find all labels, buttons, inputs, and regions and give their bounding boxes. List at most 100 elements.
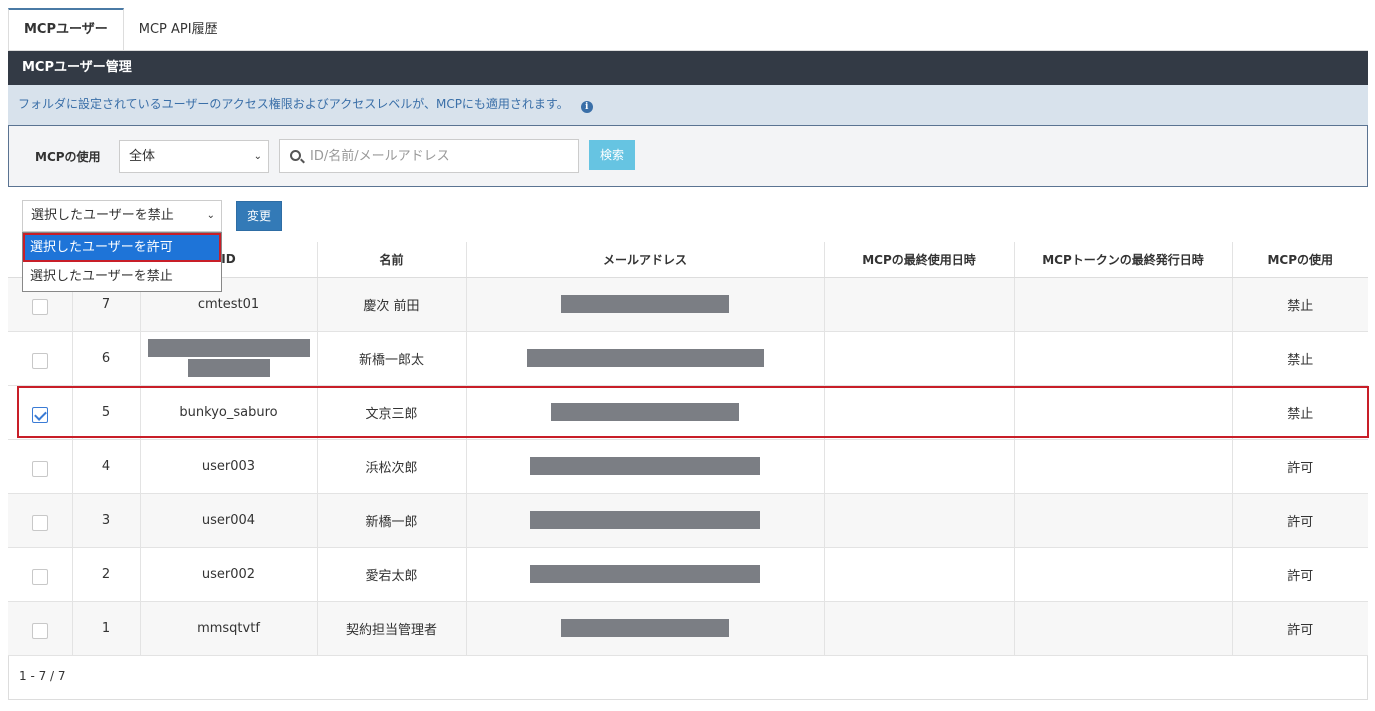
info-icon[interactable]: i (580, 101, 593, 113)
search-icon (290, 150, 301, 161)
redacted-email (561, 295, 729, 313)
tab-bar: MCPユーザー MCP API履歴 (8, 8, 233, 51)
row-no: 2 (71, 547, 140, 602)
row-checkbox[interactable] (31, 623, 48, 639)
row-name: 慶次 前田 (316, 277, 466, 332)
redacted-id (147, 339, 310, 357)
table-footer: 1 - 7 / 7 (8, 656, 1368, 700)
col-header-mcp-usage[interactable]: MCPの使用 (1231, 242, 1368, 278)
filter-label: MCPの使用 (35, 150, 101, 164)
col-header-last-used[interactable]: MCPの最終使用日時 (823, 242, 1014, 278)
bulk-select-value: 選択したユーザーを禁止 (31, 208, 174, 223)
row-no: 3 (71, 493, 140, 548)
row-checkbox-cell (8, 439, 72, 494)
tab-mcp-users[interactable]: MCPユーザー (8, 8, 124, 51)
row-email (465, 385, 824, 440)
table-row[interactable]: 4 user003 浜松次郎 許可 (8, 439, 1368, 494)
chevron-down-icon: ⌄ (206, 210, 215, 221)
row-last-used (823, 277, 1014, 332)
row-status: 禁止 (1231, 331, 1368, 386)
users-table: ID 名前 メールアドレス MCPの最終使用日時 MCPトークンの最終発行日時 … (8, 242, 1368, 656)
row-checkbox[interactable] (31, 569, 48, 585)
tab-mcp-api-history[interactable]: MCP API履歴 (124, 8, 233, 51)
row-checkbox-cell (8, 493, 72, 548)
page-title: MCPユーザー管理 (8, 51, 1368, 85)
row-no: 1 (71, 601, 140, 656)
row-email (465, 331, 824, 386)
row-status: 許可 (1231, 493, 1368, 548)
table-row[interactable]: 3 user004 新橋一郎 許可 (8, 493, 1368, 548)
row-status: 許可 (1231, 439, 1368, 494)
row-id: user002 (139, 547, 317, 602)
row-email (465, 439, 824, 494)
redacted-email (530, 457, 760, 475)
redacted-email (526, 349, 764, 367)
bulk-action-dropdown: 選択したユーザーを許可 選択したユーザーを禁止 (22, 232, 222, 292)
change-button[interactable]: 変更 (236, 201, 282, 231)
row-status: 許可 (1231, 601, 1368, 656)
row-last-used (823, 439, 1014, 494)
row-checkbox[interactable] (31, 515, 48, 531)
row-last-token (1013, 601, 1232, 656)
row-last-used (823, 547, 1014, 602)
table-row[interactable]: 6 新橋一郎太 禁止 (8, 331, 1368, 386)
col-header-last-token[interactable]: MCPトークンの最終発行日時 (1013, 242, 1232, 278)
row-last-used (823, 331, 1014, 386)
row-checkbox-cell (8, 601, 72, 656)
table-row[interactable]: 2 user002 愛宕太郎 許可 (8, 547, 1368, 602)
row-checkbox[interactable] (31, 461, 48, 477)
row-status: 禁止 (1231, 277, 1368, 332)
col-header-name[interactable]: 名前 (316, 242, 466, 278)
search-input[interactable] (310, 140, 570, 172)
row-id (139, 331, 317, 386)
table-row[interactable]: 1 mmsqtvtf 契約担当管理者 許可 (8, 601, 1368, 656)
row-id: user003 (139, 439, 317, 494)
row-last-token (1013, 547, 1232, 602)
row-name: 新橋一郎 (316, 493, 466, 548)
redacted-email (561, 619, 729, 637)
row-name: 浜松次郎 (316, 439, 466, 494)
option-ban-selected[interactable]: 選択したユーザーを禁止 (23, 262, 221, 291)
row-no: 6 (71, 331, 140, 386)
info-message: フォルダに設定されているユーザーのアクセス権限およびアクセスレベルが、MCPにも… (8, 85, 1368, 125)
filter-panel: MCPの使用 全体 ⌄ 検索 (8, 125, 1368, 187)
row-status: 許可 (1231, 547, 1368, 602)
row-name: 新橋一郎太 (316, 331, 466, 386)
row-last-used (823, 601, 1014, 656)
row-email (465, 493, 824, 548)
redacted-id (187, 359, 270, 377)
row-id: bunkyo_saburo (139, 385, 317, 440)
row-no: 5 (71, 385, 140, 440)
col-header-email[interactable]: メールアドレス (465, 242, 824, 278)
row-last-token (1013, 493, 1232, 548)
row-id: user004 (139, 493, 317, 548)
filter-select-value: 全体 (129, 149, 156, 164)
pagination-info: 1 - 7 / 7 (19, 669, 66, 683)
row-name: 愛宕太郎 (316, 547, 466, 602)
info-text: フォルダに設定されているユーザーのアクセス権限およびアクセスレベルが、MCPにも… (18, 97, 569, 111)
row-checkbox[interactable] (31, 299, 48, 315)
row-checkbox-cell (8, 547, 72, 602)
row-last-used (823, 385, 1014, 440)
redacted-email (530, 565, 760, 583)
row-email (465, 601, 824, 656)
row-name: 契約担当管理者 (316, 601, 466, 656)
row-name: 文京三郎 (316, 385, 466, 440)
row-id: mmsqtvtf (139, 601, 317, 656)
mcp-usage-filter-select[interactable]: 全体 ⌄ (119, 140, 269, 173)
option-allow-selected[interactable]: 選択したユーザーを許可 (23, 233, 221, 262)
row-no: 4 (71, 439, 140, 494)
bulk-action-select[interactable]: 選択したユーザーを禁止 ⌄ (22, 200, 222, 232)
search-button[interactable]: 検索 (589, 140, 635, 170)
row-checkbox[interactable] (31, 407, 48, 423)
row-checkbox-cell (8, 331, 72, 386)
table-row[interactable]: 5 bunkyo_saburo 文京三郎 禁止 (8, 385, 1368, 440)
row-email (465, 277, 824, 332)
row-email (465, 547, 824, 602)
row-checkbox-cell (8, 385, 72, 440)
search-box[interactable] (279, 139, 579, 173)
row-last-token (1013, 331, 1232, 386)
row-status: 禁止 (1231, 385, 1368, 440)
redacted-email (551, 403, 739, 421)
row-checkbox[interactable] (31, 353, 48, 369)
